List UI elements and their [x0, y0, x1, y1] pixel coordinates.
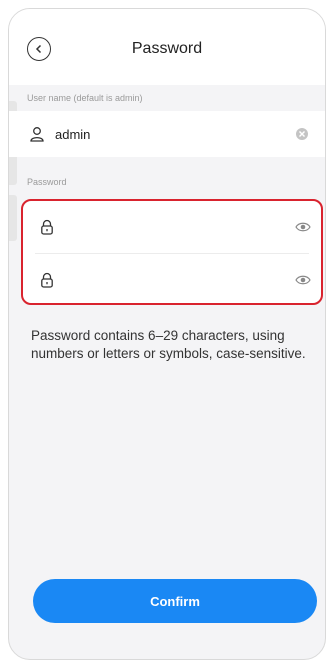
phone-frame: Password User name (default is admin) ad…: [8, 8, 326, 660]
header: Password: [9, 9, 325, 85]
username-value: admin: [55, 126, 91, 142]
password-label: Password: [27, 177, 67, 187]
user-icon: [30, 127, 44, 142]
confirm-password-field[interactable]: [23, 254, 321, 303]
password-hint: Password contains 6–29 characters, using…: [31, 328, 306, 361]
confirm-button[interactable]: Confirm: [33, 579, 317, 623]
clear-icon[interactable]: [295, 127, 309, 141]
eye-icon[interactable]: [295, 221, 311, 233]
eye-icon[interactable]: [295, 274, 311, 286]
lock-icon: [41, 219, 53, 235]
lock-icon: [41, 272, 53, 288]
password-group: [21, 199, 323, 305]
password-field[interactable]: [23, 201, 321, 252]
username-field[interactable]: admin: [9, 111, 325, 157]
username-label: User name (default is admin): [27, 93, 143, 103]
side-button: [9, 195, 17, 241]
page-title: Password: [131, 40, 203, 57]
